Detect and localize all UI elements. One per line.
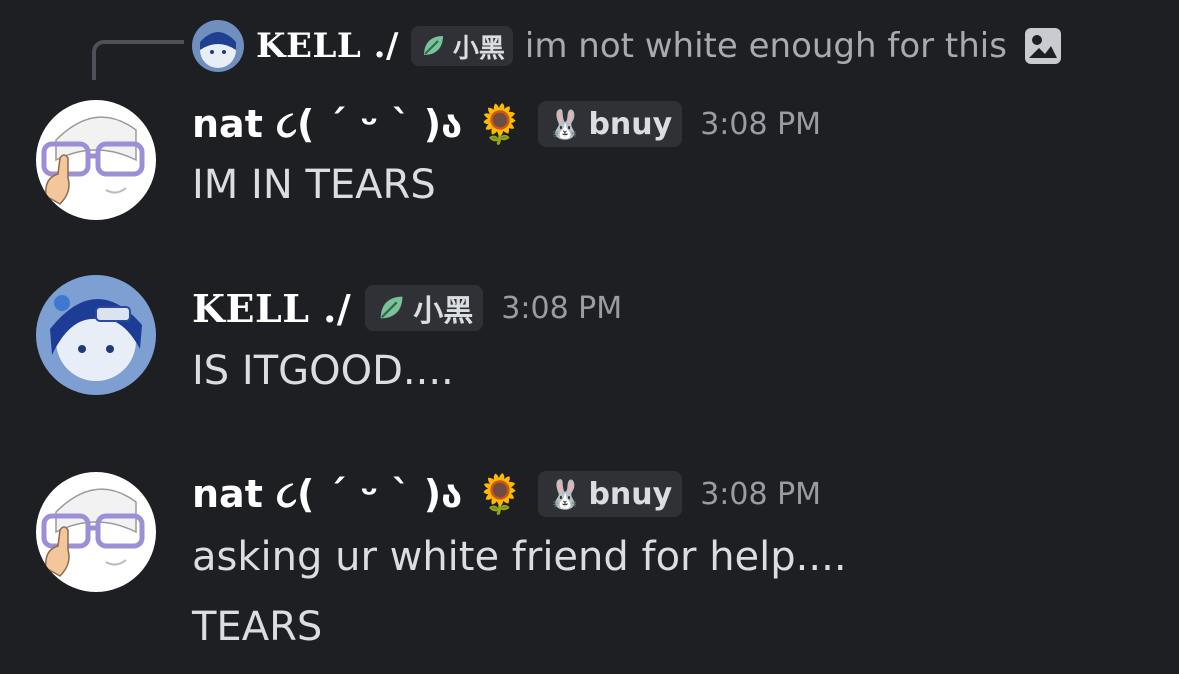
- username[interactable]: nat ૮( ˊ ᵕ ˋ )ა: [192, 472, 462, 517]
- message-line[interactable]: asking ur white friend for help....: [192, 534, 847, 580]
- timestamp[interactable]: 3:08 PM: [501, 291, 622, 326]
- username[interactable]: nat ૮( ˊ ᵕ ˋ )ა: [192, 102, 462, 147]
- username[interactable]: KELL ./: [192, 286, 351, 331]
- reply-author[interactable]: KELL ./: [256, 26, 399, 66]
- reply-role-label: 小黑: [452, 33, 505, 64]
- role-label: bnuy: [588, 476, 673, 512]
- role-tag[interactable]: 🐰 bnuy: [537, 101, 683, 147]
- rabbit-icon: 🐰: [547, 477, 583, 511]
- leaf-icon: [380, 296, 403, 319]
- image-icon: [1024, 28, 1061, 64]
- message-line[interactable]: TEARS: [192, 604, 322, 650]
- reply-text[interactable]: im not white enough for this: [525, 26, 1007, 66]
- reply-role-tag[interactable]: 小黑: [410, 26, 513, 66]
- reply-preview[interactable]: KELL ./ 小黑 im not white enough for this: [192, 18, 1063, 74]
- rabbit-icon: 🐰: [547, 107, 583, 141]
- reply-connector-line: [92, 40, 184, 80]
- avatar-kell[interactable]: [36, 275, 156, 395]
- role-tag[interactable]: 🐰 bnuy: [537, 471, 683, 517]
- avatar-nat[interactable]: [36, 100, 156, 220]
- role-label: bnuy: [588, 106, 673, 142]
- reply-avatar[interactable]: [192, 20, 244, 72]
- leaf-icon: [423, 36, 443, 55]
- role-tag[interactable]: 小黑: [365, 285, 484, 331]
- sunflower-emoji: 🌻: [476, 101, 524, 146]
- timestamp[interactable]: 3:08 PM: [700, 477, 821, 512]
- message-header: nat ૮( ˊ ᵕ ˋ )ა 🌻 🐰 bnuy 3:08 PM: [192, 466, 821, 522]
- avatar-nat[interactable]: [36, 472, 156, 592]
- message-line[interactable]: IS ITGOOD....: [192, 348, 454, 394]
- timestamp[interactable]: 3:08 PM: [700, 107, 821, 142]
- message-header: KELL ./ 小黑 3:08 PM: [192, 280, 622, 336]
- sunflower-emoji: 🌻: [476, 471, 524, 516]
- role-label: 小黑: [413, 294, 474, 329]
- message-line[interactable]: IM IN TEARS: [192, 162, 436, 208]
- message-header: nat ૮( ˊ ᵕ ˋ )ა 🌻 🐰 bnuy 3:08 PM: [192, 96, 821, 152]
